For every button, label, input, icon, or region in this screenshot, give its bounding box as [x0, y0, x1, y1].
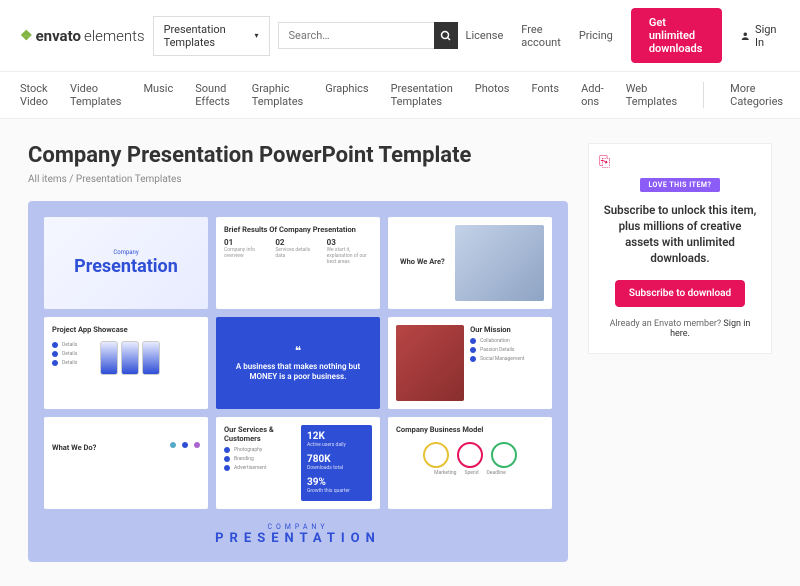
- slides-grid: Company Presentation Brief Results Of Co…: [44, 217, 552, 509]
- slide-what-we-do: What We Do?: [44, 417, 208, 509]
- category-selector[interactable]: Presentation Templates ▾: [153, 16, 270, 56]
- leaf-icon: ❖: [20, 28, 33, 44]
- slide-brief: Brief Results Of Company Presentation 01…: [216, 217, 380, 309]
- top-links: License Free account Pricing Get unlimit…: [466, 8, 780, 63]
- slide-quote: ❝ A business that makes nothing but MONE…: [216, 317, 380, 409]
- mission-image: [396, 325, 464, 401]
- preview-brand-footer: COMPANY PRESENTATION: [44, 523, 552, 546]
- preview-board: Company Presentation Brief Results Of Co…: [28, 201, 568, 562]
- chevron-down-icon: ▾: [255, 31, 259, 40]
- team-photo: [455, 225, 544, 301]
- top-bar: ❖envatoelements Presentation Templates ▾…: [0, 0, 800, 72]
- search-icon: [440, 30, 452, 42]
- search-button[interactable]: [434, 22, 458, 49]
- nav-more-categories[interactable]: More Categories: [730, 82, 783, 108]
- signin-button[interactable]: Sign In: [740, 23, 780, 49]
- subscribe-card: ⎘ LOVE THIS ITEM? Subscribe to unlock th…: [588, 143, 772, 354]
- pricing-link[interactable]: Pricing: [579, 29, 613, 42]
- slide-hero: Company Presentation: [44, 217, 208, 309]
- nav-sound-effects[interactable]: Sound Effects: [195, 82, 230, 108]
- nav-add-ons[interactable]: Add-ons: [581, 82, 604, 108]
- free-account-link[interactable]: Free account: [521, 23, 561, 49]
- nav-stock-video[interactable]: Stock Video: [20, 82, 48, 108]
- slide-business-model: Company Business Model Marketing Spend D…: [388, 417, 552, 509]
- nav-music[interactable]: Music: [143, 82, 173, 108]
- search-wrap: [278, 22, 458, 49]
- breadcrumb-leaf[interactable]: Presentation Templates: [76, 174, 182, 185]
- nav-presentation-templates[interactable]: Presentation Templates: [391, 82, 453, 108]
- nav-video-templates[interactable]: Video Templates: [70, 82, 121, 108]
- license-link[interactable]: License: [466, 29, 504, 42]
- slide-project-showcase: Project App Showcase Details Details Det…: [44, 317, 208, 409]
- nav-fonts[interactable]: Fonts: [531, 82, 559, 108]
- logo[interactable]: ❖envatoelements: [20, 27, 145, 45]
- search-input[interactable]: [278, 22, 434, 49]
- breadcrumb: All items / Presentation Templates: [28, 174, 568, 185]
- love-badge: LOVE THIS ITEM?: [640, 178, 719, 192]
- slide-services: Our Services & Customers Photography Bra…: [216, 417, 380, 509]
- nav-graphic-templates[interactable]: Graphic Templates: [252, 82, 303, 108]
- subscribe-button[interactable]: Subscribe to download: [615, 280, 745, 307]
- sidebar: ⎘ LOVE THIS ITEM? Subscribe to unlock th…: [588, 143, 772, 562]
- page-body: Company Presentation PowerPoint Template…: [0, 119, 800, 586]
- nav-photos[interactable]: Photos: [475, 82, 510, 108]
- signin-note: Already an Envato member? Sign in here.: [603, 319, 757, 339]
- category-nav: Stock Video Video Templates Music Sound …: [0, 72, 800, 119]
- cta-button[interactable]: Get unlimited downloads: [631, 8, 722, 63]
- slide-who-we-are: Who We Are?: [388, 217, 552, 309]
- user-icon: [740, 29, 751, 43]
- divider: [703, 82, 704, 108]
- nav-web-templates[interactable]: Web Templates: [626, 82, 677, 108]
- breadcrumb-root[interactable]: All items: [28, 174, 67, 185]
- nav-graphics[interactable]: Graphics: [325, 82, 368, 108]
- subscribe-text: Subscribe to unlock this item, plus mill…: [603, 202, 757, 266]
- bookmark-icon[interactable]: ⎘: [599, 154, 610, 170]
- quote-icon: ❝: [295, 344, 301, 358]
- main-column: Company Presentation PowerPoint Template…: [28, 143, 568, 562]
- page-title: Company Presentation PowerPoint Template: [28, 143, 568, 168]
- slide-mission: Our Mission Collaboration Passion Detail…: [388, 317, 552, 409]
